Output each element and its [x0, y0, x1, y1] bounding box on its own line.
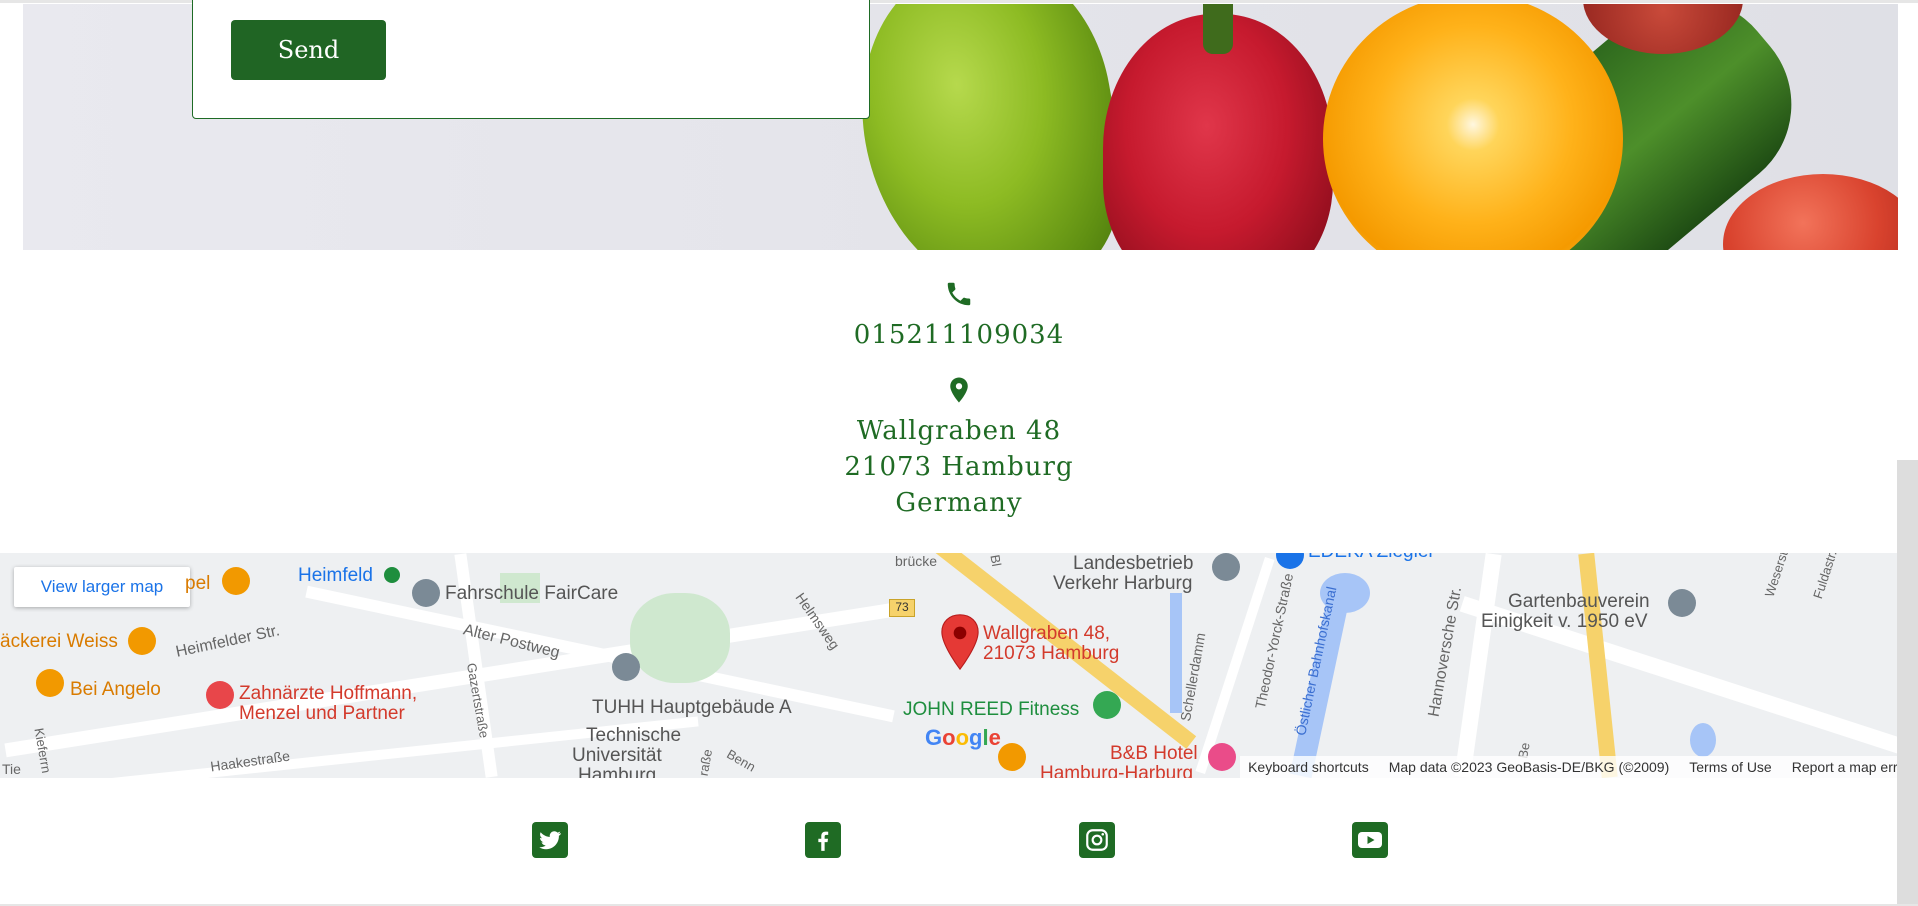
bar-pin-icon[interactable] [36, 669, 64, 697]
map-label-tuhh[interactable]: TUHH Hauptgebäude A [592, 697, 792, 719]
phone-icon [947, 282, 971, 306]
twitter-icon[interactable] [532, 822, 568, 858]
map-label-john-reed[interactable]: JOHN REED Fitness [903, 699, 1079, 721]
map-label-zahnaerzte-2[interactable]: Menzel und Partner [239, 703, 405, 725]
address-city: 21073 Hamburg [844, 452, 1074, 482]
dentist-pin-icon[interactable] [206, 681, 234, 709]
map-data-attribution: Map data ©2023 GeoBasis-DE/BKG (©2009) [1388, 759, 1670, 775]
send-button[interactable]: Send [231, 20, 386, 80]
map-label-bb-hotel-1[interactable]: B&B Hotel [1110, 743, 1198, 765]
water-strip [1170, 593, 1182, 713]
cafe-pin-icon[interactable] [222, 567, 250, 595]
pepper-stem-image [1203, 4, 1233, 54]
address-country: Germany [895, 488, 1023, 518]
map-label-baeckerei[interactable]: äckerei Weiss [0, 631, 118, 653]
map-label-zahnaerzte-1[interactable]: Zahnärzte Hoffmann, [239, 683, 417, 705]
map-label-pel[interactable]: pel [185, 573, 210, 595]
location-pin-icon [950, 377, 968, 403]
instagram-icon[interactable] [1079, 822, 1115, 858]
gartenbau-pin-icon[interactable] [1668, 589, 1696, 617]
orange-image [1323, 4, 1623, 250]
fahrschule-pin-icon[interactable] [412, 579, 440, 607]
green-pepper-image [838, 4, 1142, 250]
street-fuldastr: Fuldastr. [1810, 553, 1840, 601]
street-heimfelder: Heimfelder Str. [174, 622, 282, 661]
marker-label-1[interactable]: Wallgraben 48, [983, 623, 1110, 645]
street-kieferny: Kieferrn [31, 726, 55, 775]
facebook-icon[interactable] [805, 822, 841, 858]
address-street: Wallgraben 48 [856, 416, 1062, 446]
view-larger-map-link[interactable]: View larger map [14, 567, 190, 607]
fitness-pin-icon[interactable] [1093, 691, 1121, 719]
terms-of-use-link[interactable]: Terms of Use [1689, 759, 1771, 775]
map-label-gartenbau-2[interactable]: Einigkeit v. 1950 eV [1481, 611, 1648, 633]
social-links [0, 778, 1918, 906]
map-marker-icon[interactable] [938, 613, 982, 671]
map-label-heimfeld: Heimfeld [298, 565, 373, 586]
road-highway-east [1578, 553, 1618, 778]
university-pin-icon[interactable] [612, 653, 640, 681]
street-strasse: raße [695, 748, 716, 777]
youtube-icon[interactable] [1352, 822, 1388, 858]
street-weserstr: Weserstr. [1761, 553, 1793, 599]
marker-label-2[interactable]: 21073 Hamburg [983, 643, 1119, 665]
road-hannoversche [1454, 553, 1502, 778]
keyboard-shortcuts-link[interactable]: Keyboard shortcuts [1248, 759, 1369, 775]
street-hannoversche: Hannoversche Str. [1425, 585, 1466, 719]
map-label-tu-1: Technische [586, 725, 682, 746]
map-label-edeka[interactable]: EDEKA Ziegler [1308, 553, 1435, 563]
map-label-tu-3: Hamburg [578, 765, 657, 778]
street-bruecke: brücke [895, 553, 938, 569]
contact-info: 015211109034 Wallgraben 48 21073 Hamburg… [0, 250, 1918, 553]
hotel-pin-icon[interactable] [1208, 743, 1236, 771]
map-label-tu-2: Universität [572, 745, 662, 766]
restaurant-pin-icon[interactable] [128, 627, 156, 655]
map-label-landesbetrieb-2[interactable]: Verkehr Harburg [1053, 573, 1192, 595]
map-label-bb-hotel-2[interactable]: Hamburg-Harburg [1040, 763, 1193, 778]
google-logo: Google [925, 725, 1001, 750]
restaurant-pin-icon-2[interactable] [998, 743, 1026, 771]
street-benn: Benn [724, 746, 759, 775]
google-map[interactable]: View larger map Heimfeld Fahrschule Fair… [0, 553, 1918, 778]
landesbetrieb-pin-icon[interactable] [1212, 553, 1240, 581]
map-footer: Keyboard shortcuts Map data ©2023 GeoBas… [1240, 756, 1918, 778]
street-bl: Bl [987, 553, 1005, 568]
map-label-fahrschule[interactable]: Fahrschule FairCare [445, 583, 618, 605]
water-pond [1690, 723, 1716, 757]
phone-number[interactable]: 015211109034 [0, 320, 1918, 350]
street-tie: Tie [2, 761, 21, 777]
park-area [630, 593, 730, 683]
train-station-icon [384, 567, 400, 583]
report-map-error-link[interactable]: Report a map error [1792, 759, 1910, 775]
edeka-pin-icon[interactable] [1276, 553, 1304, 569]
map-label-gartenbau-1[interactable]: Gartenbauverein [1508, 591, 1650, 613]
map-label-bei-angelo[interactable]: Bei Angelo [70, 679, 161, 701]
route-73-badge: 73 [889, 599, 915, 617]
map-label-landesbetrieb-1[interactable]: Landesbetrieb [1073, 553, 1193, 575]
apple-image [1723, 174, 1898, 250]
